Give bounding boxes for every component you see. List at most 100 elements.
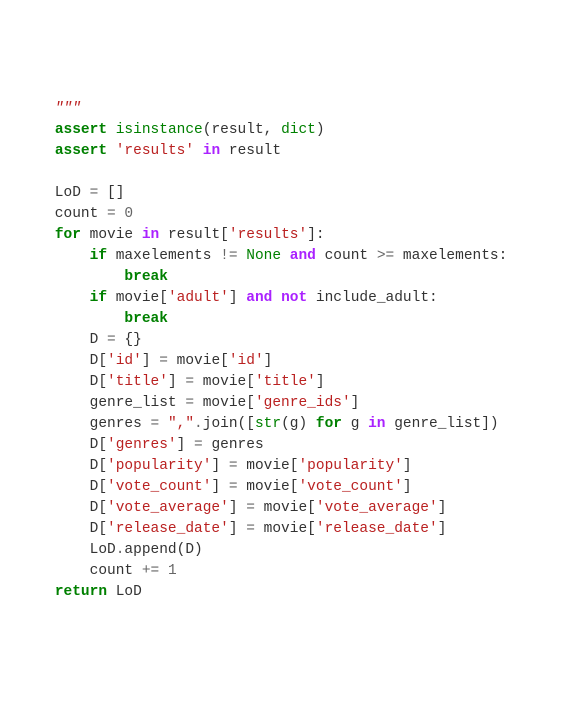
code-line: D['popularity'] = movie['popularity']: [20, 456, 557, 477]
code-token: ]: [438, 521, 447, 537]
code-token: 'popularity': [107, 458, 211, 474]
code-token: break: [124, 311, 168, 327]
code-token: 'vote_average': [107, 500, 229, 516]
code-token: 'results': [116, 143, 194, 159]
code-token: None: [246, 248, 281, 264]
code-token: LoD: [107, 584, 142, 600]
code-token: genres: [20, 416, 151, 432]
code-token: =: [246, 521, 255, 537]
code-token: 'title': [107, 374, 168, 390]
code-token: [20, 269, 124, 285]
code-token: [20, 248, 90, 264]
code-token: !=: [220, 248, 237, 264]
code-token: [20, 584, 55, 600]
code-token: in: [142, 227, 159, 243]
code-token: [238, 248, 247, 264]
code-token: for: [316, 416, 342, 432]
code-line: D['vote_count'] = movie['vote_count']: [20, 477, 557, 498]
code-token: assert: [55, 122, 107, 138]
code-token: result[: [159, 227, 229, 243]
code-token: LoD: [20, 542, 116, 558]
code-token: D[: [20, 458, 107, 474]
code-token: [272, 290, 281, 306]
code-token: .: [116, 542, 125, 558]
code-token: ]: [438, 500, 447, 516]
code-token: 'release_date': [316, 521, 438, 537]
code-line: LoD.append(D): [20, 540, 557, 561]
code-token: [194, 143, 203, 159]
code-token: count: [20, 206, 107, 222]
code-line: D = {}: [20, 330, 557, 351]
code-token: >=: [377, 248, 394, 264]
code-token: [107, 143, 116, 159]
code-token: [159, 416, 168, 432]
code-token: in: [203, 143, 220, 159]
code-token: """: [55, 101, 81, 117]
code-token: include_adult:: [307, 290, 438, 306]
code-token: ",": [168, 416, 194, 432]
code-line: D['genres'] = genres: [20, 435, 557, 456]
code-token: [20, 290, 90, 306]
code-token: return: [55, 584, 107, 600]
code-line: genres = ",".join([str(g) for g in genre…: [20, 414, 557, 435]
code-token: ]: [142, 353, 159, 369]
code-token: movie[: [238, 458, 299, 474]
code-token: genres: [203, 437, 264, 453]
code-token: =: [107, 206, 116, 222]
code-token: =: [229, 458, 238, 474]
code-token: [107, 122, 116, 138]
code-token: D[: [20, 353, 107, 369]
code-token: movie[: [168, 353, 229, 369]
code-line: LoD = []: [20, 183, 557, 204]
code-token: =: [194, 437, 203, 453]
code-token: result: [220, 143, 281, 159]
code-token: =: [185, 374, 194, 390]
code-token: genre_list]): [386, 416, 499, 432]
code-line: D['release_date'] = movie['release_date'…: [20, 519, 557, 540]
code-token: movie[: [194, 395, 255, 411]
code-token: movie[: [107, 290, 168, 306]
code-token: 'genres': [107, 437, 177, 453]
code-line: [20, 162, 557, 183]
code-token: count: [20, 563, 142, 579]
code-token: 1: [168, 563, 177, 579]
code-token: movie[: [194, 374, 255, 390]
code-line: if maxelements != None and count >= maxe…: [20, 246, 557, 267]
code-token: =: [159, 353, 168, 369]
code-token: 'popularity': [298, 458, 402, 474]
code-token: ]: [211, 458, 228, 474]
code-token: D[: [20, 479, 107, 495]
code-token: [281, 248, 290, 264]
code-line: break: [20, 267, 557, 288]
code-token: dict: [281, 122, 316, 138]
code-token: ]: [403, 458, 412, 474]
code-token: break: [124, 269, 168, 285]
code-token: ]: [211, 479, 228, 495]
code-token: ]:: [307, 227, 324, 243]
code-token: genre_list: [20, 395, 185, 411]
code-token: for: [55, 227, 81, 243]
code-line: count += 1: [20, 561, 557, 582]
code-token: [20, 143, 55, 159]
code-token: 'vote_count': [107, 479, 211, 495]
code-token: =: [229, 479, 238, 495]
code-token: D[: [20, 374, 107, 390]
code-token: (g): [281, 416, 316, 432]
code-token: D[: [20, 500, 107, 516]
code-token: =: [246, 500, 255, 516]
code-token: assert: [55, 143, 107, 159]
code-token: .: [194, 416, 203, 432]
code-token: [20, 227, 55, 243]
code-token: []: [98, 185, 124, 201]
code-line: for movie in result['results']:: [20, 225, 557, 246]
code-token: maxelements: [107, 248, 220, 264]
code-token: maxelements:: [394, 248, 507, 264]
code-token: LoD: [20, 185, 90, 201]
code-line: break: [20, 309, 557, 330]
code-line: return LoD: [20, 582, 557, 603]
code-token: 'vote_average': [316, 500, 438, 516]
code-token: g: [342, 416, 368, 432]
code-token: in: [368, 416, 385, 432]
code-token: [20, 122, 55, 138]
code-token: movie[: [238, 479, 299, 495]
